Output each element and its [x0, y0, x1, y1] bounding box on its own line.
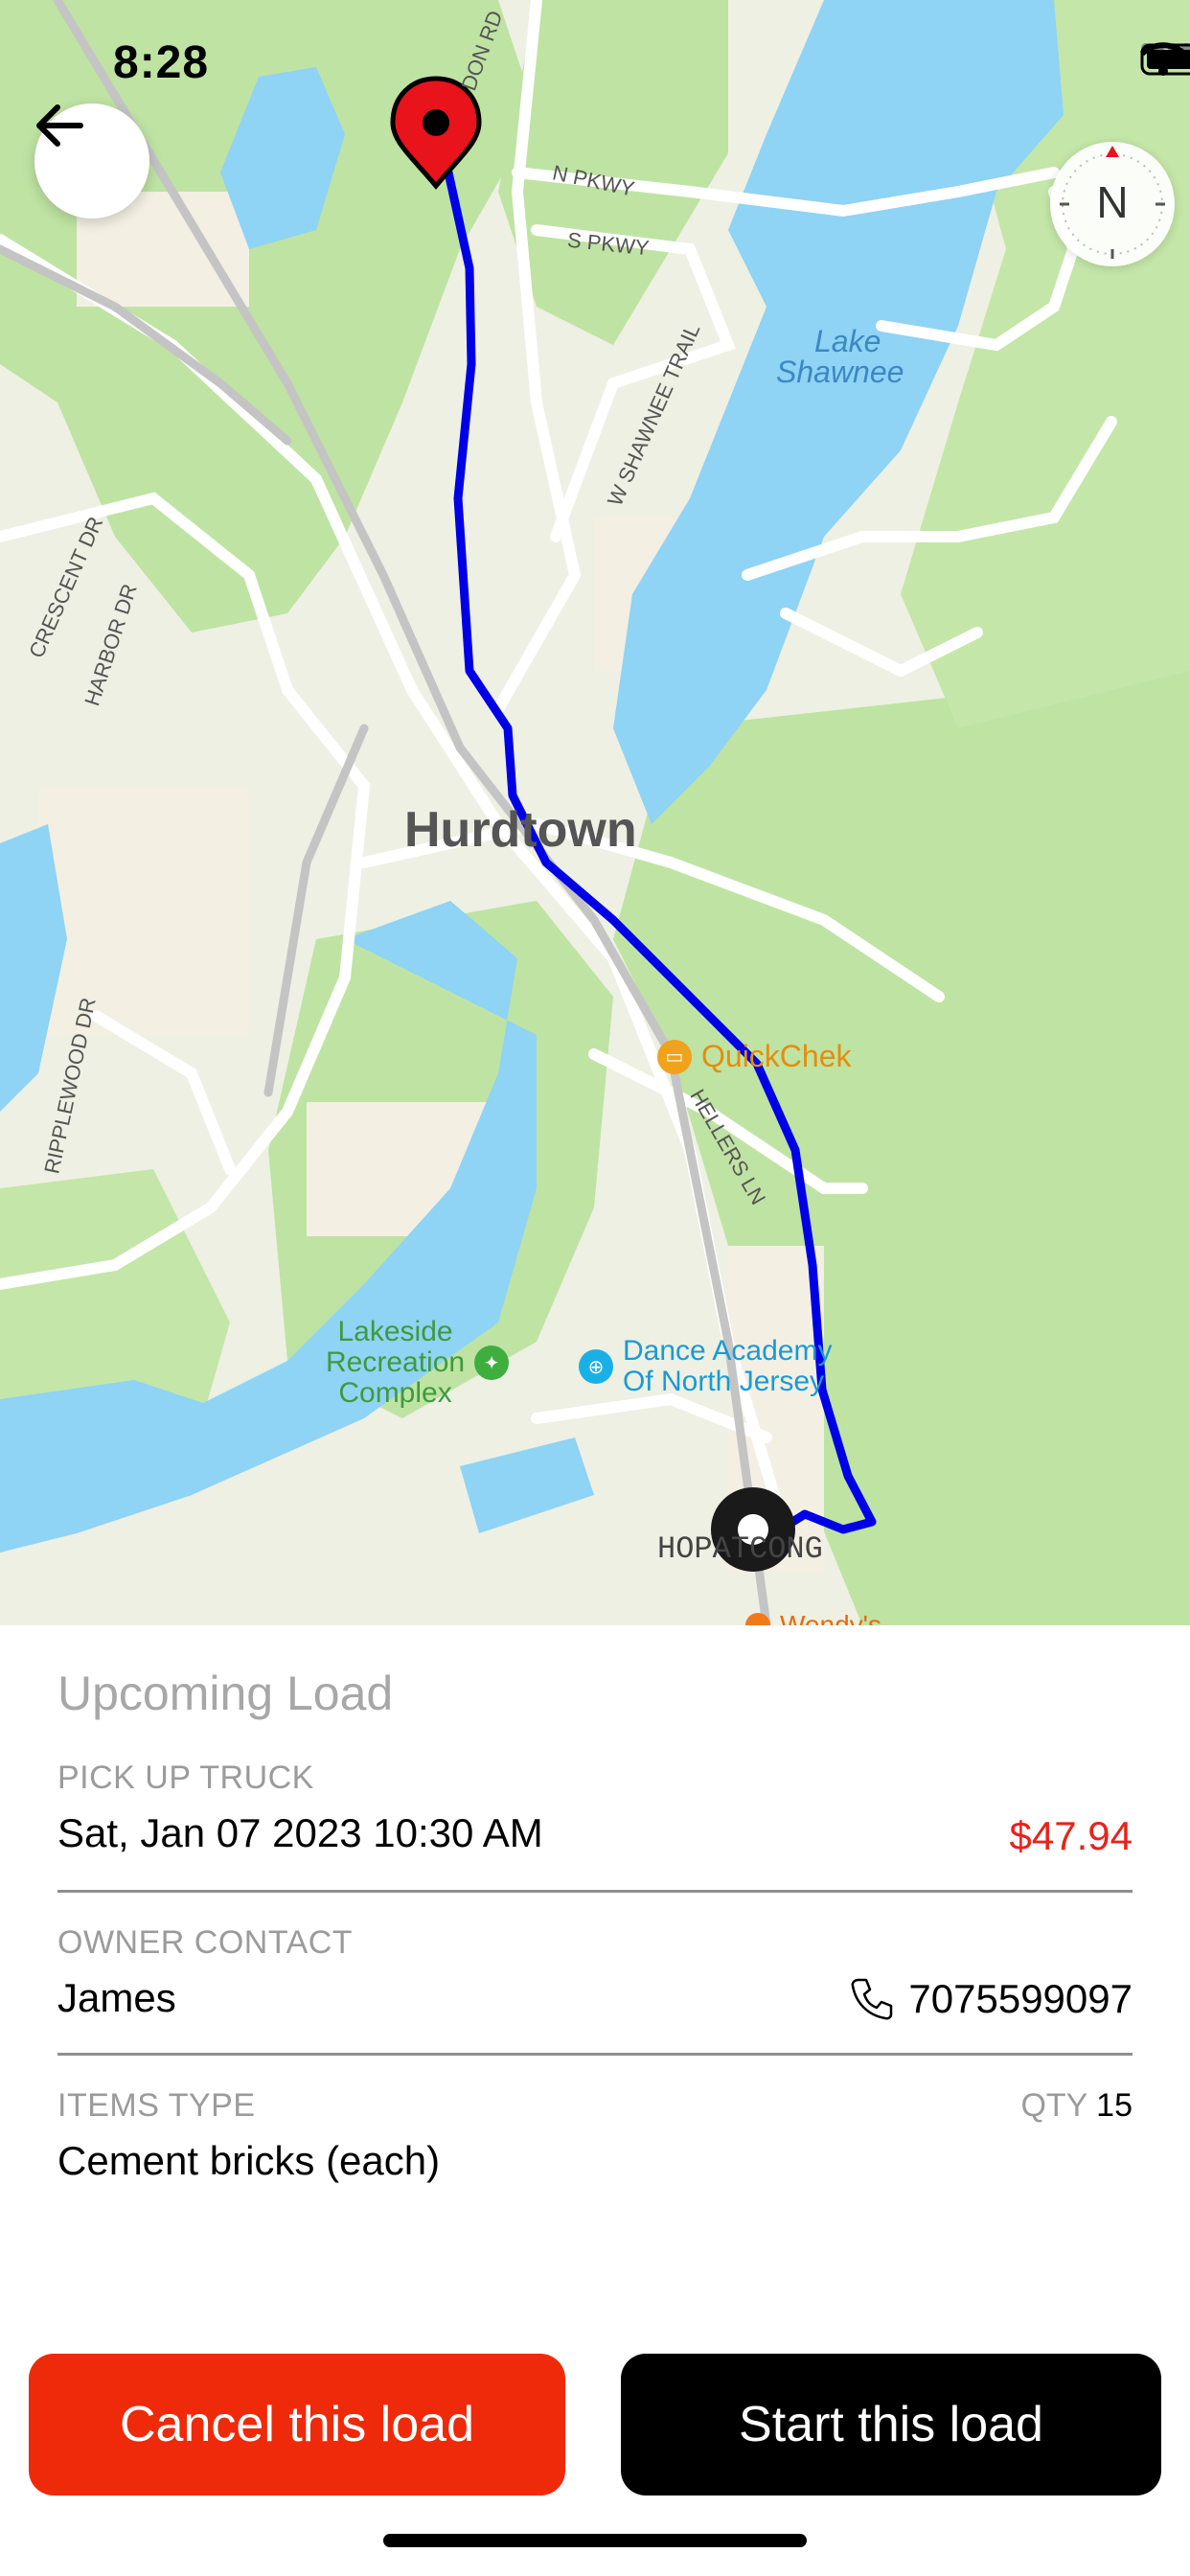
qty-label: QTY — [1020, 2087, 1087, 2124]
cancel-load-label: Cancel this load — [120, 2397, 474, 2452]
home-indicator — [383, 2534, 807, 2547]
cancel-load-button[interactable]: Cancel this load — [29, 2354, 565, 2496]
back-button[interactable] — [34, 104, 149, 218]
owner-label: OWNER CONTACT — [57, 1924, 354, 1961]
pickup-label: PICK UP TRUCK — [57, 1760, 314, 1796]
pickup-datetime: Sat, Jan 07 2023 10:30 AM — [57, 1810, 543, 1855]
map-view[interactable]: Hurdtown Lake Shawnee N PKWY S PKWY DON … — [0, 0, 1190, 1625]
items-value: Cement bricks (each) — [57, 2138, 441, 2183]
poi-lakeside-label: Lakeside Recreation Complex — [326, 1316, 466, 1409]
pickup-row: PICK UP TRUCK Sat, Jan 07 2023 10:30 AM … — [57, 1760, 1133, 1858]
qty-group: QTY 15 — [1020, 2087, 1133, 2125]
poi-lakeside[interactable]: Lakeside Recreation Complex ✦ — [326, 1316, 510, 1409]
place-label-hurdtown: Hurdtown — [404, 802, 637, 858]
price-value: $47.94 — [1009, 1813, 1133, 1858]
items-row: ITEMS TYPE Cement bricks (each) QTY 15 — [57, 2087, 1133, 2184]
status-time: 8:28 — [113, 37, 210, 88]
start-load-button[interactable]: Start this load — [621, 2354, 1161, 2496]
compass-letter: N — [1096, 177, 1129, 227]
lake-label-line2: Shawnee — [776, 355, 904, 389]
phone-icon — [851, 1978, 893, 2020]
owner-phone-link[interactable]: 7075599097 — [849, 1976, 1133, 2022]
divider — [57, 1890, 1133, 1893]
restaurant-icon — [745, 1613, 770, 1625]
start-load-label: Start this load — [739, 2397, 1043, 2452]
compass-button[interactable]: N — [1050, 142, 1175, 266]
fitness-icon: ⊕ — [579, 1349, 613, 1384]
poi-dance-academy[interactable]: ⊕ Dance Academy Of North Jersey — [579, 1336, 832, 1397]
divider — [57, 2053, 1133, 2056]
battery-icon — [1140, 43, 1190, 76]
poi-wendys-label: Wendy's — [780, 1610, 881, 1625]
panel-title: Upcoming Load — [57, 1667, 394, 1720]
road-label-hopatcong: HOPATCONG — [657, 1531, 823, 1567]
store-icon: ▭ — [657, 1039, 692, 1074]
arrow-left-icon — [36, 104, 83, 147]
status-bar: 8:28 — [0, 0, 1190, 125]
poi-dance-label: Dance Academy Of North Jersey — [623, 1335, 833, 1397]
poi-quickchek[interactable]: ▭ QuickChek — [657, 1039, 852, 1074]
owner-phone[interactable]: 7075599097 — [908, 1976, 1133, 2022]
items-label: ITEMS TYPE — [57, 2087, 256, 2124]
poi-wendys[interactable]: Wendy's — [745, 1610, 881, 1625]
qty-value: 15 — [1096, 2087, 1133, 2124]
poi-quickchek-label: QuickChek — [701, 1039, 852, 1073]
running-icon: ✦ — [474, 1346, 510, 1380]
owner-row: OWNER CONTACT James 7075599097 — [57, 1924, 1133, 2021]
